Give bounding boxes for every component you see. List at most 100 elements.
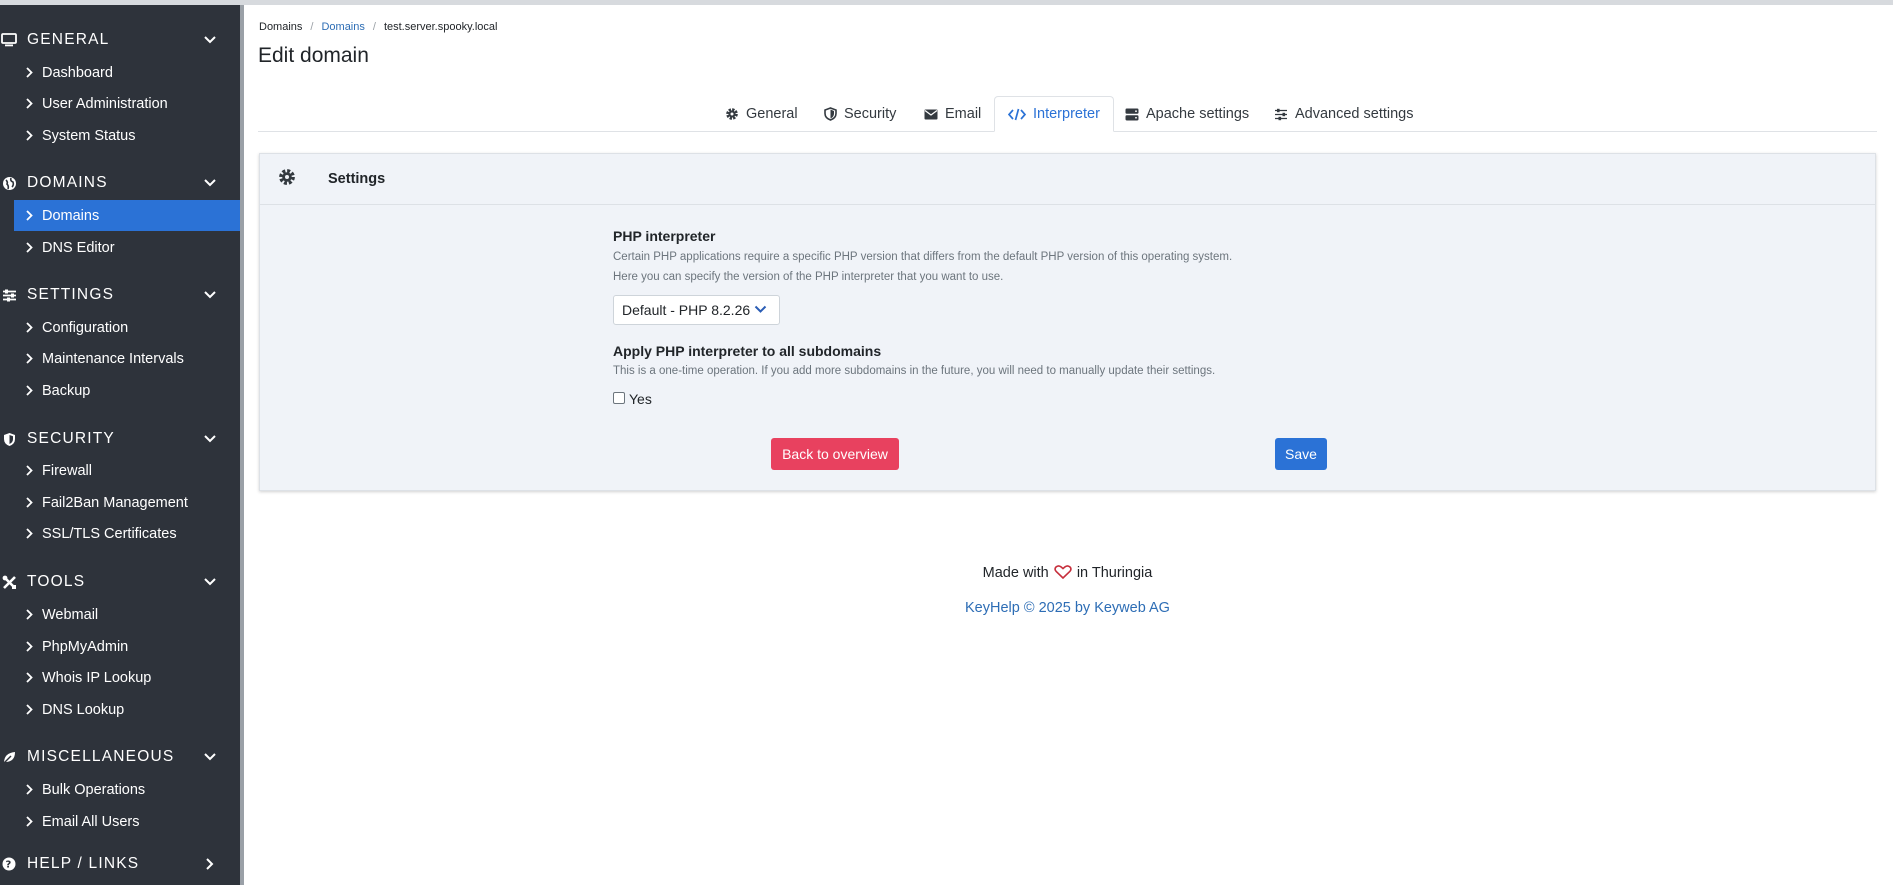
leaf-icon (0, 748, 18, 766)
chevron-down-icon (754, 305, 767, 317)
save-button[interactable]: Save (1275, 438, 1327, 470)
php-version-value: Default - PHP 8.2.26 (622, 302, 751, 318)
sidebar-item-label: PhpMyAdmin (42, 638, 129, 655)
sidebar-item-label: Firewall (42, 462, 92, 479)
sidebar-section-help-links[interactable]: ? HELP / LINKS (0, 849, 240, 879)
sidebar-item-configuration[interactable]: Configuration (14, 312, 240, 343)
breadcrumb-item-current: test.server.spooky.local (383, 21, 498, 33)
card-header: Settings (260, 154, 1875, 205)
sidebar-item-domains[interactable]: Domains (14, 200, 240, 231)
sidebar-item-label: Configuration (42, 319, 129, 336)
sidebar-section-title: SECURITY (27, 430, 115, 447)
tab-interpreter[interactable]: Interpreter (994, 96, 1114, 132)
sidebar-item-bulk-operations[interactable]: Bulk Operations (14, 774, 240, 805)
sidebar-item-label: Whois IP Lookup (42, 669, 152, 686)
sidebar-item-label: User Administration (42, 95, 168, 112)
sidebar-item-label: Maintenance Intervals (42, 350, 184, 367)
footer-made-with-text: Made with (982, 565, 1049, 581)
sidebar-item-dns-editor[interactable]: DNS Editor (14, 232, 240, 263)
sidebar-item-label: DNS Editor (42, 239, 115, 256)
tab-label: General (746, 106, 798, 122)
sidebar-section-general[interactable]: GENERAL (0, 25, 240, 55)
chevron-right-icon (26, 784, 36, 796)
svg-text:?: ? (5, 860, 12, 871)
php-interpreter-help-2: Here you can specify the version of the … (613, 271, 1004, 283)
sidebar-section-title: MISCELLANEOUS (27, 748, 175, 765)
sidebar-section-settings[interactable]: SETTINGS (0, 280, 240, 310)
sidebar-item-whois-ip-lookup[interactable]: Whois IP Lookup (14, 662, 240, 693)
chevron-right-icon (26, 816, 36, 828)
chevron-right-icon (26, 528, 36, 540)
sidebar-item-ssl-tls-certificates[interactable]: SSL/TLS Certificates (14, 518, 240, 549)
chevron-right-icon (26, 210, 36, 222)
footer-made-with: Made with in Thuringia (0, 565, 1893, 581)
breadcrumb-item-domains[interactable]: Domains (259, 21, 302, 33)
breadcrumb-separator: / (372, 21, 376, 33)
sidebar-item-backup[interactable]: Backup (14, 375, 240, 406)
sidebar-item-maintenance-intervals[interactable]: Maintenance Intervals (14, 343, 240, 374)
tab-label: Email (945, 106, 982, 122)
chevron-right-icon (26, 641, 36, 653)
tab-label: Interpreter (1033, 106, 1100, 122)
sliders-icon (0, 286, 18, 304)
sidebar-item-label: Backup (42, 382, 91, 399)
sidebar-section-title: DOMAINS (27, 174, 108, 191)
sidebar-section-miscellaneous[interactable]: MISCELLANEOUS (0, 742, 240, 772)
back-to-overview-button[interactable]: Back to overview (771, 438, 899, 470)
chevron-right-icon (26, 353, 36, 365)
gear-icon (725, 107, 739, 121)
breadcrumb-separator: / (310, 21, 314, 33)
tab-email[interactable]: Email (924, 96, 981, 132)
sidebar-item-firewall[interactable]: Firewall (14, 455, 240, 486)
chevron-down-icon (203, 176, 217, 190)
footer-copyright-text[interactable]: KeyHelp © 2025 by Keyweb AG (965, 600, 1170, 616)
sidebar-section-domains[interactable]: DOMAINS (0, 168, 240, 198)
breadcrumb-item-domains-link[interactable]: Domains (321, 21, 364, 33)
tab-label: Security (844, 106, 897, 122)
tab-label: Advanced settings (1295, 106, 1414, 122)
footer-copyright[interactable]: KeyHelp © 2025 by Keyweb AG (0, 600, 1893, 616)
chevron-down-icon (203, 432, 217, 446)
sidebar-border (240, 5, 244, 885)
chevron-down-icon (203, 288, 217, 302)
sidebar-item-dashboard[interactable]: Dashboard (14, 57, 240, 88)
sidebar-item-dns-lookup[interactable]: DNS Lookup (14, 694, 240, 725)
sidebar-item-label: Domains (42, 207, 100, 224)
chevron-right-icon (26, 704, 36, 716)
php-version-select[interactable]: Default - PHP 8.2.26 (613, 295, 780, 325)
chevron-right-icon (203, 857, 217, 871)
server-icon (1125, 108, 1139, 121)
sidebar-item-label: System Status (42, 127, 136, 144)
monitor-icon (0, 31, 18, 49)
chevron-right-icon (26, 672, 36, 684)
sidebar-item-label: DNS Lookup (42, 701, 125, 718)
sidebar: GENERAL Dashboard User Administration Sy… (0, 5, 240, 885)
php-interpreter-label: PHP interpreter (613, 228, 716, 244)
sidebar-item-user-administration[interactable]: User Administration (14, 88, 240, 119)
tab-advanced-settings[interactable]: Advanced settings (1274, 96, 1414, 132)
sliders-icon (1274, 108, 1288, 121)
sidebar-item-label: Fail2Ban Management (42, 494, 188, 511)
page-title: Edit domain (258, 44, 369, 67)
php-interpreter-help-1: Certain PHP applications require a speci… (613, 251, 1233, 263)
apply-subdomains-checkbox[interactable] (613, 392, 625, 404)
gear-icon (278, 168, 298, 188)
chevron-right-icon (26, 322, 36, 334)
sidebar-item-label: Bulk Operations (42, 781, 146, 798)
chevron-right-icon (26, 497, 36, 509)
tab-label: Apache settings (1146, 106, 1250, 122)
sidebar-section-security[interactable]: SECURITY (0, 424, 240, 454)
sidebar-section-title: SETTINGS (27, 286, 115, 303)
sidebar-item-email-all-users[interactable]: Email All Users (14, 806, 240, 837)
sidebar-item-phpmyadmin[interactable]: PhpMyAdmin (14, 631, 240, 662)
apply-subdomains-checkbox-label[interactable]: Yes (629, 391, 652, 407)
sidebar-item-system-status[interactable]: System Status (14, 120, 240, 151)
sidebar-item-label: Email All Users (42, 813, 140, 830)
envelope-icon (924, 109, 938, 120)
tab-general[interactable]: General (725, 96, 798, 132)
sidebar-item-fail2ban-management[interactable]: Fail2Ban Management (14, 487, 240, 518)
tab-apache-settings[interactable]: Apache settings (1125, 96, 1249, 132)
tab-security[interactable]: Security (824, 96, 896, 132)
breadcrumb: Domains / Domains / test.server.spooky.l… (259, 21, 497, 33)
sidebar-item-label: SSL/TLS Certificates (42, 525, 177, 542)
